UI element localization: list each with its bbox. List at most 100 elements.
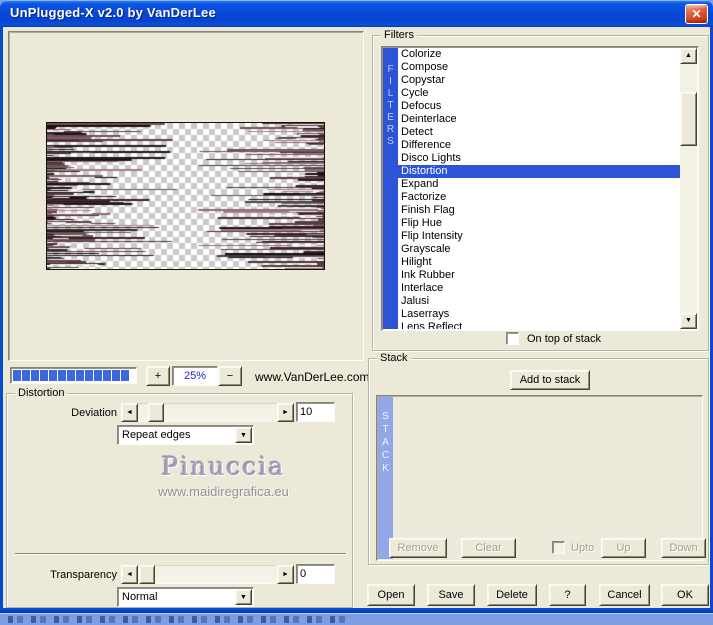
arrow-left-icon: ◄ bbox=[126, 571, 133, 578]
preview-image[interactable] bbox=[46, 122, 325, 270]
deviation-slider-track[interactable] bbox=[138, 403, 277, 422]
progress-bar bbox=[10, 367, 137, 384]
delete-button[interactable]: Delete bbox=[487, 584, 537, 606]
distortion-group-label: Distortion bbox=[15, 387, 68, 399]
titlebar[interactable]: UnPlugged-X v2.0 by VanDerLee ✕ bbox=[0, 0, 713, 27]
filter-item[interactable]: Laserrays bbox=[398, 308, 680, 321]
blend-mode-value: Normal bbox=[122, 591, 158, 603]
scroll-down-button[interactable]: ▼ bbox=[680, 313, 697, 329]
edge-mode-dropdown-button[interactable]: ▼ bbox=[235, 427, 252, 443]
stack-list-empty[interactable] bbox=[393, 397, 701, 559]
open-button[interactable]: Open bbox=[367, 584, 415, 606]
triangle-down-icon: ▼ bbox=[685, 317, 692, 324]
stack-strip: STACK bbox=[378, 397, 393, 559]
chevron-down-icon: ▼ bbox=[240, 432, 247, 439]
progress-block bbox=[94, 370, 102, 381]
filter-item[interactable]: Difference bbox=[398, 139, 680, 152]
filter-item[interactable]: Jalusi bbox=[398, 295, 680, 308]
progress-block bbox=[49, 370, 57, 381]
filters-list: Colorize Compose Copystar Cycle Defocus Deint… bbox=[398, 48, 680, 329]
deviation-slider-thumb[interactable] bbox=[148, 403, 164, 422]
down-button[interactable]: Down bbox=[661, 538, 706, 558]
add-to-stack-button[interactable]: Add to stack bbox=[510, 370, 590, 390]
close-button[interactable]: ✕ bbox=[685, 4, 708, 24]
progress-block bbox=[112, 370, 120, 381]
scrollbar-thumb[interactable] bbox=[680, 92, 697, 146]
filter-item[interactable]: Copystar bbox=[398, 74, 680, 87]
progress-block bbox=[22, 370, 30, 381]
background-window-text-smudge bbox=[8, 616, 348, 623]
watermark: Pinuccia www.maidiregrafica.eu bbox=[95, 452, 352, 499]
filter-item[interactable]: Expand bbox=[398, 178, 680, 191]
filter-item[interactable]: Grayscale bbox=[398, 243, 680, 256]
filter-item[interactable]: Flip Intensity bbox=[398, 230, 680, 243]
close-icon: ✕ bbox=[691, 7, 702, 21]
filter-item[interactable]: Compose bbox=[398, 61, 680, 74]
transparency-increase-button[interactable]: ► bbox=[277, 565, 294, 584]
cancel-button[interactable]: Cancel bbox=[599, 584, 650, 606]
filter-item[interactable]: Flip Hue bbox=[398, 217, 680, 230]
chevron-down-button[interactable]: ▼ bbox=[235, 589, 252, 605]
on-top-of-stack-checkbox[interactable] bbox=[506, 332, 519, 345]
transparency-slider-thumb[interactable] bbox=[139, 565, 155, 584]
progress-block bbox=[85, 370, 93, 381]
filters-listbox: FILTERS Colorize Compose Copystar Cycle Defo… bbox=[381, 46, 699, 331]
transparency-label: Transparency bbox=[50, 569, 117, 581]
arrow-left-icon: ◄ bbox=[126, 409, 133, 416]
transparency-input[interactable] bbox=[296, 564, 335, 584]
filter-item[interactable]: Defocus bbox=[398, 100, 680, 113]
blend-mode-dropdown[interactable]: Normal ▼ bbox=[117, 587, 254, 607]
filter-item[interactable]: Distortion bbox=[398, 165, 680, 178]
stack-listbox: STACK bbox=[376, 395, 703, 561]
progress-block bbox=[58, 370, 66, 381]
filter-item[interactable]: Cycle bbox=[398, 87, 680, 100]
filter-item[interactable]: Deinterlace bbox=[398, 113, 680, 126]
deviation-label: Deviation bbox=[71, 407, 117, 419]
progress-block bbox=[40, 370, 48, 381]
stack-groupbox: Stack Add to stack STACK Remove Clear Up… bbox=[368, 352, 709, 565]
progress-block bbox=[67, 370, 75, 381]
save-button[interactable]: Save bbox=[427, 584, 475, 606]
plugin-dialog: UnPlugged-X v2.0 by VanDerLee ✕ + 25% − … bbox=[0, 0, 713, 625]
filter-item[interactable]: Finish Flag bbox=[398, 204, 680, 217]
progress-block bbox=[103, 370, 111, 381]
filters-strip: FILTERS bbox=[383, 48, 398, 329]
filter-item[interactable]: Lens Reflect bbox=[398, 321, 680, 329]
filter-item[interactable]: Interlace bbox=[398, 282, 680, 295]
progress-block bbox=[76, 370, 84, 381]
up-button[interactable]: Up bbox=[601, 538, 646, 558]
help-button[interactable]: ? bbox=[549, 584, 586, 606]
filter-item[interactable]: Factorize bbox=[398, 191, 680, 204]
background-window-strip bbox=[0, 613, 713, 625]
arrow-right-icon: ► bbox=[282, 571, 289, 578]
chevron-down-icon: ▼ bbox=[240, 594, 247, 601]
watermark-site: www.maidiregrafica.eu bbox=[158, 484, 289, 499]
stack-group-label: Stack bbox=[377, 352, 411, 364]
filter-item[interactable]: Detect bbox=[398, 126, 680, 139]
deviation-increase-button[interactable]: ► bbox=[277, 403, 294, 422]
deviation-input[interactable] bbox=[296, 402, 335, 422]
filter-item[interactable]: Disco Lights bbox=[398, 152, 680, 165]
filter-item[interactable]: Hilight bbox=[398, 256, 680, 269]
remove-button[interactable]: Remove bbox=[389, 538, 447, 558]
filter-item[interactable]: Ink Rubber bbox=[398, 269, 680, 282]
scroll-up-button[interactable]: ▲ bbox=[680, 48, 697, 64]
vanderlee-link[interactable]: www.VanDerLee.com bbox=[255, 370, 370, 384]
ok-button[interactable]: OK bbox=[661, 584, 709, 606]
filters-group-label: Filters bbox=[381, 29, 417, 41]
clear-button[interactable]: Clear bbox=[461, 538, 516, 558]
filters-scrollbar[interactable]: ▲ ▼ bbox=[680, 48, 697, 329]
zoom-in-button[interactable]: + bbox=[146, 366, 170, 386]
progress-block bbox=[121, 370, 129, 381]
watermark-name: Pinuccia bbox=[161, 452, 286, 481]
zoom-out-button[interactable]: − bbox=[218, 366, 242, 386]
edge-mode-value: Repeat edges bbox=[122, 429, 191, 441]
progress-block bbox=[31, 370, 39, 381]
upto-checkbox[interactable] bbox=[552, 541, 565, 554]
filter-item[interactable]: Colorize bbox=[398, 48, 680, 61]
transparency-slider-track[interactable] bbox=[138, 565, 277, 584]
transparency-decrease-button[interactable]: ◄ bbox=[121, 565, 138, 584]
preview-panel bbox=[8, 31, 364, 361]
deviation-decrease-button[interactable]: ◄ bbox=[121, 403, 138, 422]
edge-mode-dropdown[interactable]: Repeat edges ▼ bbox=[117, 425, 254, 445]
